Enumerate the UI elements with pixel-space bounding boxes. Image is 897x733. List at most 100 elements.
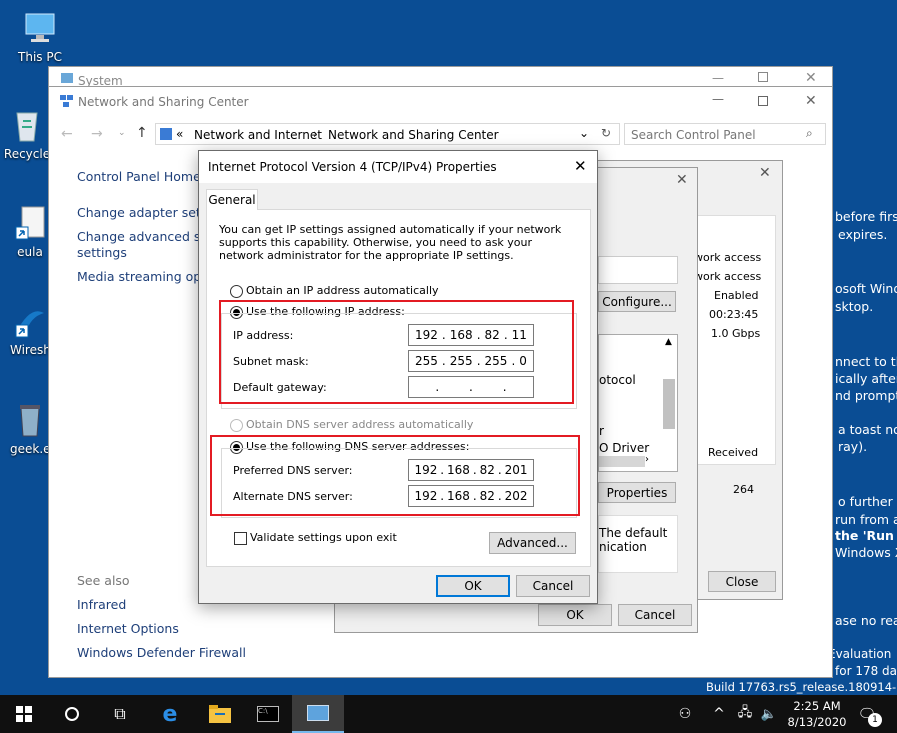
properties-button[interactable]: Properties xyxy=(598,482,676,503)
dialog-title: Internet Protocol Version 4 (TCP/IPv4) P… xyxy=(208,160,497,174)
up-arrow-icon[interactable]: ↑ xyxy=(136,125,148,141)
scrollbar-thumb[interactable] xyxy=(663,379,675,429)
minimize-button[interactable]: — xyxy=(712,71,724,85)
infrared-link[interactable]: Infrared xyxy=(77,597,126,612)
adapter-name-field xyxy=(598,256,678,284)
address-bar[interactable]: « Network and Internet › Network and Sha… xyxy=(155,123,620,145)
control-panel-home-link[interactable]: Control Panel Home xyxy=(77,169,201,184)
desktop-icon-this-pc[interactable]: This PC xyxy=(10,10,70,64)
breadcrumb-nsc[interactable]: Network and Sharing Center xyxy=(328,128,499,142)
file-explorer-icon[interactable] xyxy=(196,695,244,733)
document-icon xyxy=(12,205,48,241)
clock-date: 8/13/2020 xyxy=(787,715,847,729)
configure-button[interactable]: Configure... xyxy=(598,291,676,312)
people-icon[interactable]: ⚇ xyxy=(674,695,696,733)
maximize-button[interactable] xyxy=(758,72,768,82)
forward-arrow-icon[interactable]: → xyxy=(91,126,103,142)
ipv4-connectivity-value: work access xyxy=(694,251,762,264)
back-arrow-icon[interactable]: ← xyxy=(61,126,73,142)
desktop-bg-text: expires. xyxy=(838,227,888,242)
maximize-button[interactable] xyxy=(758,96,768,106)
properties-cancel-button[interactable]: Cancel xyxy=(618,604,692,626)
recent-chevron-icon[interactable]: ⌄ xyxy=(118,128,126,138)
scroll-up-icon[interactable]: ▲ xyxy=(665,337,672,347)
desktop-bg-text: before first xyxy=(835,209,897,224)
desktop-bg-text: ically after xyxy=(835,371,897,386)
list-item[interactable]: O Driver xyxy=(599,441,649,455)
change-advanced-sharing-link-2[interactable]: settings xyxy=(77,245,127,260)
search-icon: ⌕ xyxy=(806,126,813,140)
desktop-bg-text: the 'Run as xyxy=(835,528,897,543)
notification-count-badge: 1 xyxy=(868,713,882,727)
close-button[interactable]: ✕ xyxy=(676,172,688,188)
eval-license-text: for 178 days xyxy=(835,664,897,678)
taskbar: ⧉ e C:\ ⚇ ^ 🖧 🔈 2:25 AM 8/13/2020 🗨 1 xyxy=(0,695,897,733)
breadcrumb-network-internet[interactable]: Network and Internet xyxy=(194,128,322,142)
clock-time: 2:25 AM xyxy=(793,699,841,713)
breadcrumb-overflow[interactable]: « xyxy=(176,127,183,141)
close-button[interactable]: ✕ xyxy=(759,165,771,181)
desktop-bg-text: ase no rea xyxy=(835,613,897,628)
obtain-ip-auto-radio[interactable] xyxy=(230,285,243,298)
search-circle-icon[interactable] xyxy=(48,695,96,733)
refresh-icon[interactable]: ↻ xyxy=(601,126,611,140)
validate-label[interactable]: Validate settings upon exit xyxy=(250,531,397,544)
network-icon xyxy=(160,128,172,140)
breadcrumb-separator: › xyxy=(313,127,318,141)
command-prompt-icon[interactable]: C:\ xyxy=(244,695,292,733)
desktop-icon-label: This PC xyxy=(18,50,62,64)
description-text: The default xyxy=(599,526,668,540)
address-dropdown-icon[interactable]: ⌄ xyxy=(579,126,589,140)
desktop-icon-label: Recycle xyxy=(3,147,51,161)
close-button[interactable]: ✕ xyxy=(574,157,587,175)
network-tray-icon[interactable]: 🖧 xyxy=(734,695,756,733)
close-status-button[interactable]: Close xyxy=(708,571,776,592)
desktop-bg-text: Windows X xyxy=(835,545,897,560)
start-button[interactable] xyxy=(0,695,48,733)
volume-muted-icon[interactable]: 🔈 xyxy=(758,695,780,733)
description-groupbox: The default nication xyxy=(598,515,678,573)
wireshark-icon xyxy=(12,303,48,339)
desktop-icon-recycle-bin[interactable]: Recycle xyxy=(2,107,52,161)
network-connections-taskbar-icon[interactable] xyxy=(292,695,344,733)
intro-text: You can get IP settings assigned automat… xyxy=(219,223,562,262)
ok-button[interactable]: OK xyxy=(436,575,510,597)
media-streaming-link[interactable]: Media streaming optio xyxy=(77,269,217,284)
components-list[interactable]: otocol r O Driver ▲ › xyxy=(598,334,678,472)
search-box[interactable]: Search Control Panel ⌕ xyxy=(624,123,826,145)
desktop-bg-text: nnect to the xyxy=(835,354,897,369)
media-state-value: Enabled xyxy=(714,289,759,302)
list-item[interactable]: r xyxy=(599,424,604,438)
properties-ok-button[interactable]: OK xyxy=(538,604,612,626)
minimize-button[interactable]: — xyxy=(712,92,724,106)
datetime[interactable]: 2:25 AM 8/13/2020 xyxy=(784,698,850,730)
list-item[interactable]: otocol xyxy=(599,373,636,387)
see-also-header: See also xyxy=(77,573,130,588)
advanced-button[interactable]: Advanced... xyxy=(489,532,576,554)
windows-defender-firewall-link[interactable]: Windows Defender Firewall xyxy=(77,645,246,660)
desktop-icon-geek[interactable]: geek.e xyxy=(10,402,51,456)
desktop-bg-text: ray). xyxy=(838,439,868,454)
tab-general[interactable]: General xyxy=(206,189,258,210)
scroll-right-icon[interactable]: › xyxy=(645,454,649,465)
close-button[interactable]: ✕ xyxy=(805,93,817,109)
task-view-icon[interactable]: ⧉ xyxy=(96,695,144,733)
recycle-bin-icon xyxy=(9,107,45,143)
cancel-button[interactable]: Cancel xyxy=(516,575,590,597)
windows-logo-icon xyxy=(16,706,32,722)
desktop-icon-label: Wiresh xyxy=(10,343,51,357)
internet-options-link[interactable]: Internet Options xyxy=(77,621,179,636)
desktop-icon-eula[interactable]: eula xyxy=(10,205,50,259)
validate-checkbox[interactable] xyxy=(234,532,247,545)
obtain-ip-auto-label[interactable]: Obtain an IP address automatically xyxy=(246,284,439,297)
obtain-dns-auto-label: Obtain DNS server address automatically xyxy=(246,418,474,431)
close-button[interactable]: ✕ xyxy=(805,70,817,86)
speed-value: 1.0 Gbps xyxy=(711,327,761,340)
search-input[interactable]: Search Control Panel xyxy=(631,128,756,142)
desktop-icon-wireshark[interactable]: Wiresh xyxy=(10,303,51,357)
received-bytes-value: 264 xyxy=(733,483,754,496)
description-text-2: nication xyxy=(599,540,647,554)
edge-icon[interactable]: e xyxy=(144,695,196,733)
show-hidden-icons[interactable]: ^ xyxy=(708,695,730,733)
h-scrollbar-thumb[interactable] xyxy=(599,456,645,467)
